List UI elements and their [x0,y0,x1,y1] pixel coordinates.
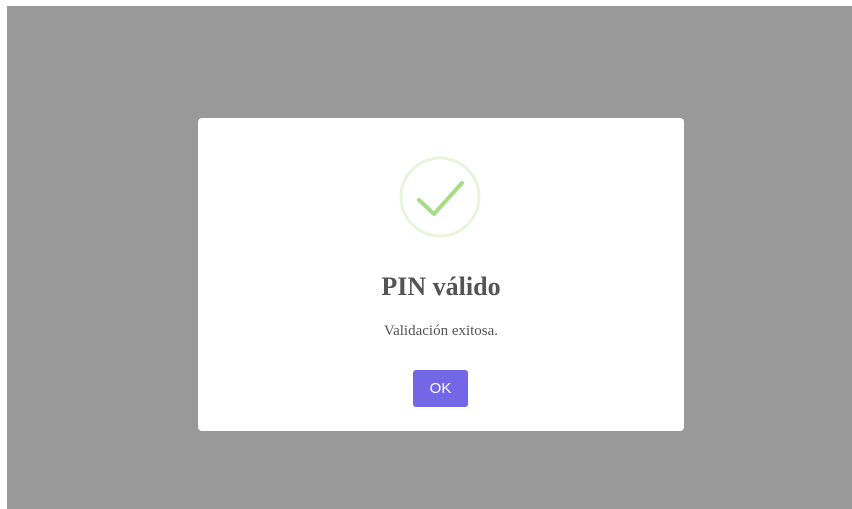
dialog-title: PIN válido [381,272,501,301]
ok-button[interactable]: OK [413,370,468,407]
success-check-icon-graphic [399,156,481,238]
success-check-icon [399,156,481,238]
success-dialog: PIN válido Validación exitosa. OK [198,118,684,431]
dialog-message: Validación exitosa. [383,323,499,339]
